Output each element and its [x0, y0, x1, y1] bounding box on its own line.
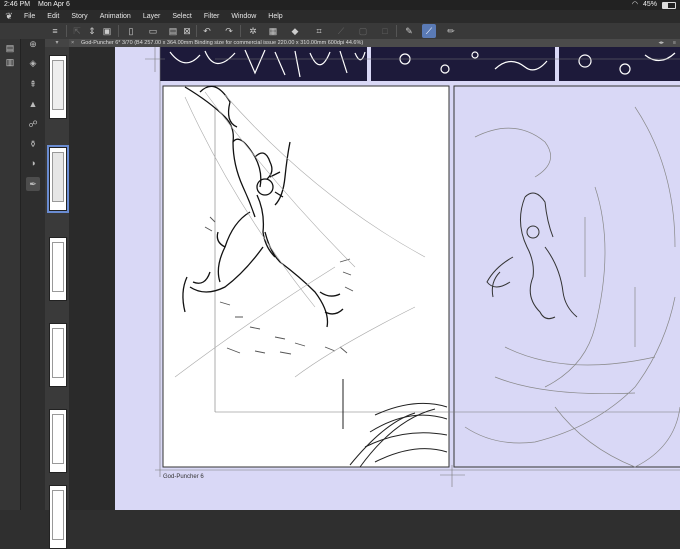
divider [196, 25, 197, 37]
status-date: Mon Apr 6 [38, 1, 70, 8]
page-thumbnail-selected[interactable] [47, 145, 69, 213]
document-tab[interactable]: × God-Puncher 6* 3/70 (B4 257.00 x 364.0… [69, 39, 680, 47]
menu-filter[interactable]: Filter [198, 13, 226, 20]
divider [66, 25, 67, 37]
status-time: 2:46 PM [4, 1, 31, 8]
undo-icon[interactable]: ↶ [200, 24, 214, 38]
app-logo-icon[interactable]: ❦ [0, 11, 18, 22]
layers-panel-icon[interactable]: ▤ [3, 41, 17, 55]
menu-animation[interactable]: Animation [94, 13, 137, 20]
pen-icon[interactable]: ✎ [402, 24, 416, 38]
brush-icon[interactable]: ✒ [26, 177, 40, 191]
right-panel [453, 85, 680, 468]
divider [240, 25, 241, 37]
command-bar: ≡ ⇱ ⇕ ▣ ▯ ▭ ▤ ⊠ ↶ ↷ ✲ ▦ ◆ ⌗ ⟋ ▢ □ ✎ ⟋ ✏ [0, 23, 680, 40]
menu-file[interactable]: File [18, 13, 41, 20]
page-thumbnail[interactable] [49, 409, 67, 473]
curve-pen-icon[interactable]: ⟋ [422, 24, 436, 38]
menu-window[interactable]: Window [225, 13, 262, 20]
left-panel [162, 85, 450, 468]
document-title: God-Puncher 6* 3/70 (B4 257.00 x 364.00m… [81, 40, 364, 46]
zoom-icon[interactable]: ⊕ [26, 37, 40, 51]
layer-move-icon[interactable]: ▲ [26, 97, 40, 111]
stamp-icon[interactable]: ▣ [100, 24, 114, 38]
divider [396, 25, 397, 37]
menu-story[interactable]: Story [65, 13, 93, 20]
tab-menu-icon[interactable]: ≡ [673, 39, 676, 47]
page-thumbnail[interactable] [49, 237, 67, 301]
page-manager: ▾ [45, 39, 69, 549]
tool-palette: ▤ ▥ [0, 39, 21, 510]
color-icon[interactable]: ☍ [26, 117, 40, 131]
paint-bucket-icon[interactable]: ◆ [288, 24, 302, 38]
hamburger-icon[interactable]: ≡ [48, 24, 62, 38]
export-icon[interactable]: ⊠ [180, 24, 194, 38]
drawing-canvas[interactable]: God-Puncher 6 [115, 47, 680, 510]
layers-icon[interactable]: ◈ [26, 56, 40, 70]
page-thumbnail[interactable] [49, 323, 67, 387]
menu-edit[interactable]: Edit [41, 13, 65, 20]
tab-scroll-icon[interactable]: ◂▸ [658, 39, 664, 47]
folder-icon[interactable]: ▭ [146, 24, 160, 38]
battery-percent: 45% [642, 1, 657, 8]
new-file-icon[interactable]: ▯ [124, 24, 138, 38]
page-manager-header: ▾ [45, 39, 69, 47]
sub-tool-palette: ⊕ ◈ ⇞ ▲ ☍ ⚱ ◑ ✒ [21, 39, 45, 510]
transform-icon[interactable]: ⇱ [70, 24, 84, 38]
eraser-icon[interactable]: ◑ [26, 156, 40, 170]
redo-icon[interactable]: ↷ [222, 24, 236, 38]
page-thumbnail[interactable] [49, 485, 67, 549]
menu-layer[interactable]: Layer [137, 13, 167, 20]
page-thumbnail[interactable] [49, 55, 67, 119]
hand-icon[interactable]: ⇞ [26, 77, 40, 91]
comic-page-artwork [145, 47, 680, 487]
status-bar: 2:46 PM Mon Apr 6 ◠ 45% [0, 0, 680, 10]
fill-icon[interactable]: ▦ [266, 24, 280, 38]
ruler-icon[interactable]: ⟋ [334, 24, 348, 38]
save-panel-icon[interactable]: ▥ [3, 55, 17, 69]
rotate-icon[interactable]: ⇕ [85, 24, 99, 38]
frame-icon[interactable]: □ [378, 24, 392, 38]
save-icon[interactable]: ▤ [166, 24, 180, 38]
divider [118, 25, 119, 37]
canvas-gutter [69, 39, 115, 510]
menu-bar: ❦ File Edit Story Animation Layer Select… [0, 10, 680, 23]
close-tab-icon[interactable]: × [71, 39, 74, 47]
battery-icon [662, 1, 676, 9]
right-panel-sketch [486, 192, 578, 320]
menu-select[interactable]: Select [166, 13, 197, 20]
brush-settings-icon[interactable]: ✲ [246, 24, 260, 38]
selection-icon[interactable]: ▢ [356, 24, 370, 38]
wifi-icon: ◠ [631, 1, 638, 8]
pencil-icon[interactable]: ✏ [444, 24, 458, 38]
crop-icon[interactable]: ⌗ [312, 24, 326, 38]
page-label: God-Puncher 6 [163, 474, 204, 480]
menu-help[interactable]: Help [262, 13, 288, 20]
eyedropper-icon[interactable]: ⚱ [26, 137, 40, 151]
